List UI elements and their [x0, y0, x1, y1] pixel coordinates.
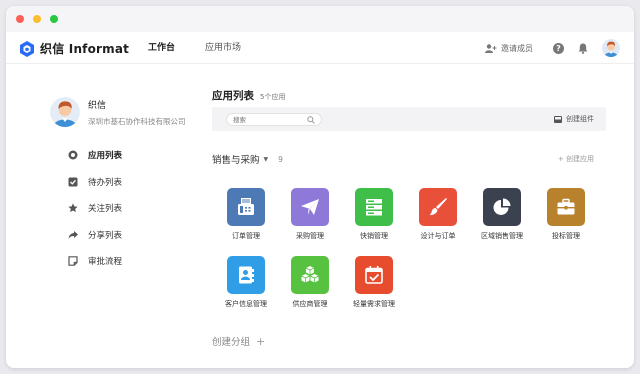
main-nav: 工作台 应用市场 — [148, 32, 271, 64]
window-zoom-button[interactable] — [50, 15, 58, 23]
calendar-check-icon — [355, 256, 393, 294]
top-bar: 织信 Informat 工作台 应用市场 邀请成员 ? — [6, 32, 634, 64]
sidebar-item-app-list[interactable]: 应用列表 — [68, 142, 122, 169]
create-group-label: 创建分组 — [212, 337, 251, 348]
sidebar-item-label: 应用列表 — [88, 151, 123, 162]
help-icon: ? — [553, 42, 564, 54]
app-tile-design-order[interactable]: 设计与订单 — [414, 188, 462, 241]
profile-name: 织信 — [88, 100, 107, 111]
group-title: 销售与采购 — [212, 155, 260, 166]
page-title: 应用列表 — [212, 90, 254, 102]
avatar[interactable] — [50, 97, 80, 127]
help-button[interactable]: ? — [553, 42, 564, 54]
app-window: 织信 Informat 工作台 应用市场 邀请成员 ? 织信 深圳市基石协作科技… — [6, 6, 634, 368]
section-header: 应用列表 5个应用 — [212, 88, 285, 103]
sidebar-item-todo-list[interactable]: 待办列表 — [68, 169, 122, 196]
group-dropdown[interactable]: 销售与采购 ▼ 9 — [212, 152, 283, 167]
profile-text: 织信 深圳市基石协作科技有限公司 — [88, 98, 186, 127]
window-minimize-button[interactable] — [33, 15, 41, 23]
invite-label: 邀请成员 — [501, 43, 533, 53]
app-tile-bidding[interactable]: 投标管理 — [542, 188, 590, 241]
cubes-icon — [291, 256, 329, 294]
document-icon — [68, 256, 78, 267]
app-label: 轻量需求管理 — [353, 300, 395, 308]
briefcase-icon — [547, 188, 585, 226]
bell-icon — [578, 43, 588, 54]
plus-icon: + — [256, 334, 266, 348]
app-label: 订单管理 — [232, 232, 260, 240]
app-label: 快销管理 — [360, 232, 388, 240]
sidebar-item-label: 待办列表 — [88, 177, 123, 188]
contact-book-icon — [227, 256, 265, 294]
search-box[interactable] — [226, 113, 322, 126]
app-tile-customer[interactable]: 客户信息管理 — [222, 256, 270, 309]
grid-circle-icon — [68, 150, 78, 160]
window-titlebar — [6, 6, 634, 32]
server-icon — [355, 188, 393, 226]
pie-chart-icon — [483, 188, 521, 226]
user-profile: 织信 深圳市基石协作科技有限公司 — [50, 97, 186, 127]
header-tools: 邀请成员 ? — [485, 32, 620, 64]
brand-logo[interactable]: 织信 Informat — [20, 40, 129, 57]
sidebar-item-label: 审批流程 — [88, 257, 123, 268]
logo-icon — [20, 40, 34, 57]
window-close-button[interactable] — [16, 15, 24, 23]
app-label: 供应商管理 — [292, 300, 328, 308]
fax-icon — [227, 188, 265, 226]
share-icon — [68, 230, 78, 240]
nav-app-market[interactable]: 应用市场 — [205, 32, 241, 64]
create-component-button[interactable]: 创建组件 — [554, 107, 594, 131]
app-label: 投标管理 — [552, 232, 580, 240]
search-input[interactable] — [233, 115, 303, 124]
checkbox-icon — [68, 177, 78, 187]
paintbrush-icon — [419, 188, 457, 226]
sidebar-item-approval[interactable]: 审批流程 — [68, 248, 122, 275]
app-label: 客户信息管理 — [225, 300, 267, 308]
group-header: 销售与采购 ▼ 9 + 创建应用 — [212, 152, 606, 167]
create-group-button[interactable]: 创建分组 + — [212, 334, 266, 349]
avatar-icon — [602, 39, 620, 57]
sidebar-item-follow-list[interactable]: 关注列表 — [68, 195, 122, 222]
sidebar-item-label: 分享列表 — [88, 230, 123, 241]
list-toolbar: 创建组件 — [212, 107, 606, 131]
avatar-icon — [50, 97, 80, 127]
app-tile-fmcg[interactable]: 快销管理 — [350, 188, 398, 241]
user-avatar-button[interactable] — [602, 39, 620, 57]
app-tile-supplier[interactable]: 供应商管理 — [286, 256, 334, 309]
sidebar-item-share-list[interactable]: 分享列表 — [68, 222, 122, 249]
invite-members-button[interactable]: 邀请成员 — [485, 43, 533, 54]
app-label: 采购管理 — [296, 232, 324, 240]
paper-plane-icon — [291, 188, 329, 226]
component-icon — [554, 115, 562, 123]
sidebar-menu: 应用列表 待办列表 关注列表 分享列表 审批流程 — [68, 142, 122, 275]
add-user-icon — [485, 43, 497, 53]
app-tile-light-requirement[interactable]: 轻量需求管理 — [350, 256, 398, 309]
star-icon — [68, 203, 78, 213]
sidebar-item-label: 关注列表 — [88, 204, 123, 215]
caret-down-icon: ▼ — [263, 155, 269, 163]
search-icon[interactable] — [307, 115, 315, 124]
create-app-button[interactable]: + 创建应用 — [558, 154, 594, 164]
create-component-label: 创建组件 — [566, 115, 594, 123]
app-tile-order[interactable]: 订单管理 — [222, 188, 270, 241]
notifications-button[interactable] — [578, 43, 588, 54]
profile-company: 深圳市基石协作科技有限公司 — [88, 116, 186, 126]
brand-name: 织信 Informat — [40, 42, 130, 56]
app-label: 设计与订单 — [420, 232, 456, 240]
app-label: 区域销售管理 — [481, 232, 523, 240]
sidebar: 织信 深圳市基石协作科技有限公司 应用列表 待办列表 关注列表 分享列表 审批流… — [6, 64, 206, 368]
group-count: 9 — [278, 154, 283, 164]
app-tile-regional-sales[interactable]: 区域销售管理 — [478, 188, 526, 241]
app-tile-purchase[interactable]: 采购管理 — [286, 188, 334, 241]
nav-workbench[interactable]: 工作台 — [148, 32, 175, 64]
app-count: 5个应用 — [260, 93, 286, 101]
